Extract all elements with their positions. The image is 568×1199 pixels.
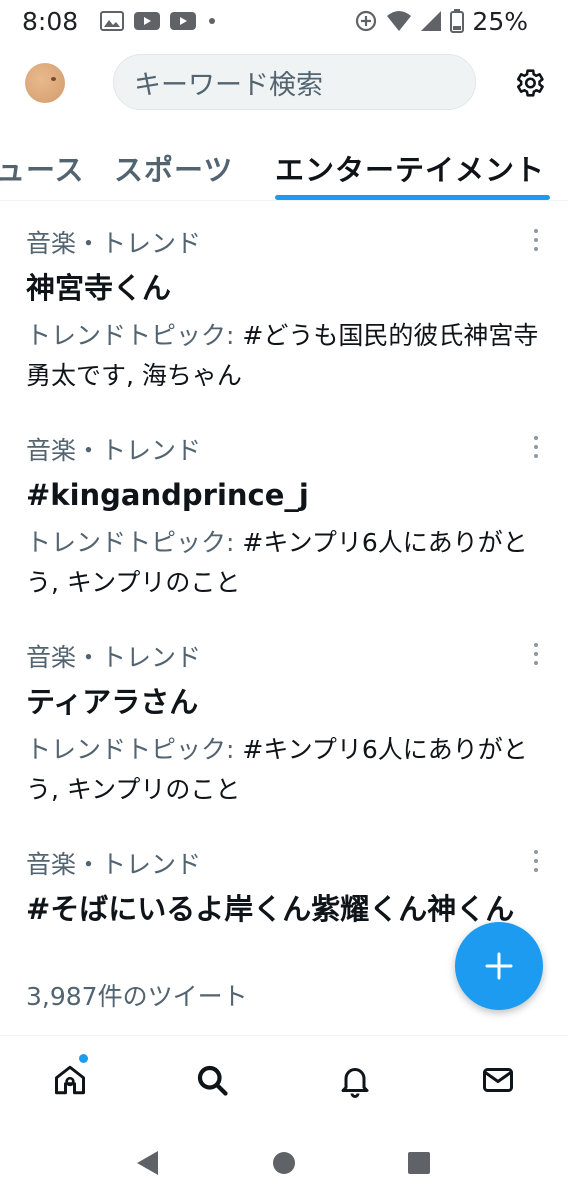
home-circle-icon xyxy=(273,1152,295,1174)
trend-topics-label: トレンドトピック: xyxy=(26,735,243,764)
more-dot xyxy=(534,229,538,233)
recents-button[interactable] xyxy=(404,1148,434,1178)
battery-icon xyxy=(450,9,465,33)
trend-category: 音楽・トレンド xyxy=(26,643,202,672)
more-dot xyxy=(534,850,538,854)
battery-percent: 25% xyxy=(472,6,528,36)
trend-title: #そばにいるよ岸くん紫耀くん神くん xyxy=(26,892,515,926)
wifi-icon xyxy=(386,10,412,32)
search-input[interactable]: キーワード検索 xyxy=(113,54,476,110)
trend-category: 音楽・トレンド xyxy=(26,850,202,879)
bell-icon xyxy=(341,1068,369,1098)
signal-icon xyxy=(420,10,442,32)
home-notification-dot xyxy=(79,1054,88,1063)
nav-notifications[interactable] xyxy=(335,1060,375,1100)
home-icon xyxy=(55,1065,85,1095)
trend-item[interactable]: 音楽・トレンド ティアラさん トレンドトピック: #キンプリ6人にありがとう, … xyxy=(0,616,568,822)
more-options-button[interactable] xyxy=(526,640,546,668)
trend-topics: トレンドトピック: #キンプリ6人にありがとう, キンプリのこと xyxy=(26,523,546,603)
trend-topics: トレンドトピック: #どうも国民的彼氏神宮寺勇太です, 海ちゃん xyxy=(26,316,546,396)
more-dot xyxy=(534,868,538,872)
trend-category: 音楽・トレンド xyxy=(26,229,202,258)
more-dot xyxy=(534,661,538,665)
more-options-button[interactable] xyxy=(526,226,546,254)
trend-item[interactable]: 音楽・トレンド #kingandprince_j トレンドトピック: #キンプリ… xyxy=(0,409,568,615)
trend-title: ティアラさん xyxy=(26,685,199,719)
more-options-button[interactable] xyxy=(526,847,546,875)
more-dot xyxy=(534,247,538,251)
more-dot xyxy=(534,643,538,647)
gear-icon xyxy=(516,69,544,97)
explore-header: キーワード検索 xyxy=(0,48,568,118)
trend-topics: トレンドトピック: #キンプリ6人にありがとう, キンプリのこと xyxy=(26,730,546,810)
trend-topics-label: トレンドトピック: xyxy=(26,528,243,557)
nav-search[interactable] xyxy=(192,1060,232,1100)
status-time: 8:08 xyxy=(22,6,79,36)
youtube-icon xyxy=(170,11,196,31)
search-icon xyxy=(197,1065,228,1096)
search-placeholder: キーワード検索 xyxy=(134,69,323,101)
explore-tabs: ュース スポーツ エンターテイメント xyxy=(0,135,568,201)
bottom-nav xyxy=(0,1035,568,1125)
recents-square-icon xyxy=(408,1152,430,1174)
more-dot xyxy=(534,859,538,863)
settings-button[interactable] xyxy=(510,64,548,102)
avatar[interactable] xyxy=(25,63,65,103)
plus-icon xyxy=(485,952,513,980)
more-dot xyxy=(534,454,538,458)
trend-title: 神宮寺くん xyxy=(26,271,172,305)
youtube-icon xyxy=(134,11,160,31)
active-tab-indicator xyxy=(275,195,550,200)
trend-item[interactable]: 音楽・トレンド 神宮寺くん トレンドトピック: #どうも国民的彼氏神宮寺勇太です… xyxy=(0,202,568,408)
nav-home[interactable] xyxy=(50,1054,90,1100)
trend-title: #kingandprince_j xyxy=(26,478,309,512)
status-bar: 8:08 25% xyxy=(0,0,568,42)
status-system-icons: 25% xyxy=(354,0,528,42)
more-dot xyxy=(534,436,538,440)
data-saver-icon xyxy=(354,9,378,33)
tab-sports[interactable]: スポーツ xyxy=(114,147,233,189)
back-triangle-icon xyxy=(137,1151,158,1175)
back-button[interactable] xyxy=(132,1148,162,1178)
more-dot xyxy=(534,238,538,242)
dot-icon xyxy=(206,15,218,27)
compose-tweet-button[interactable] xyxy=(455,922,543,1010)
home-system-button[interactable] xyxy=(269,1148,299,1178)
tab-entertainment[interactable]: エンターテイメント xyxy=(275,147,545,189)
trend-category: 音楽・トレンド xyxy=(26,436,202,465)
nav-messages[interactable] xyxy=(478,1060,518,1100)
envelope-icon xyxy=(483,1068,513,1092)
system-nav xyxy=(0,1130,568,1199)
status-notification-icons xyxy=(100,11,218,31)
trend-topics-label: トレンドトピック: xyxy=(26,321,243,350)
gallery-icon xyxy=(100,11,124,31)
tweet-count: 3,987件のツイート xyxy=(26,982,248,1011)
more-dot xyxy=(534,445,538,449)
tab-news[interactable]: ュース xyxy=(0,147,85,189)
more-dot xyxy=(534,652,538,656)
more-options-button[interactable] xyxy=(526,433,546,461)
